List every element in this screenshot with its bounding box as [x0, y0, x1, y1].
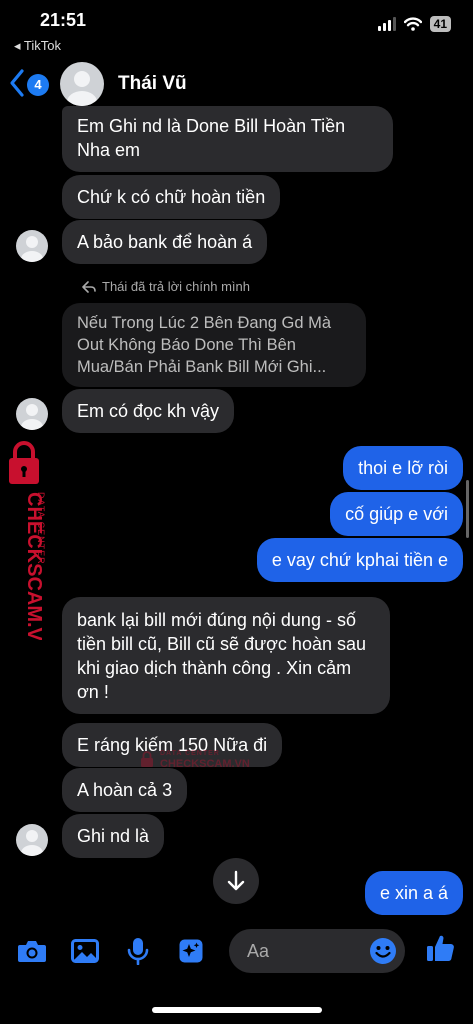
message-composer: [0, 925, 473, 977]
like-button[interactable]: [424, 934, 456, 962]
reply-note: Thái đã trả lời chính mình: [82, 279, 250, 294]
replied-message-preview[interactable]: Nếu Trong Lúc 2 Bên Đang Gd Mà Out Không…: [62, 303, 366, 387]
voice-button[interactable]: [122, 937, 154, 965]
message-incoming[interactable]: Ghi nd là: [62, 814, 165, 858]
watermark-vertical: CHECKSCAM.VN DATA CENTER: [4, 440, 48, 655]
message-outgoing[interactable]: cố giúp e với: [330, 492, 463, 536]
conversation-header: 4 Thái Vũ: [0, 60, 473, 108]
home-indicator: [152, 1007, 322, 1013]
emoji-icon[interactable]: [369, 937, 397, 965]
message-incoming[interactable]: bank lại bill mới đúng nội dung - số tiề…: [62, 597, 390, 714]
watermark-tagline: DATA CENTER: [36, 492, 46, 565]
chevron-left-icon[interactable]: [8, 68, 26, 98]
microphone-icon: [127, 938, 149, 965]
status-time: 21:51: [40, 10, 87, 30]
message-incoming[interactable]: A hoàn cả 3: [62, 768, 188, 812]
scroll-to-bottom-button[interactable]: [213, 858, 259, 904]
message-incoming[interactable]: Chứ k có chữ hoàn tiền: [62, 175, 281, 219]
sender-avatar[interactable]: [16, 398, 48, 430]
reply-icon: [82, 280, 96, 293]
message-incoming[interactable]: Em có đọc kh vậy: [62, 389, 235, 433]
sender-avatar[interactable]: [16, 824, 48, 856]
signal-icon: [377, 17, 396, 31]
message-incoming[interactable]: A bảo bank để hoàn á: [62, 220, 268, 264]
camera-icon: [18, 941, 46, 962]
gallery-button[interactable]: [69, 937, 101, 965]
reply-note-text: Thái đã trả lời chính mình: [102, 279, 250, 294]
arrow-down-icon: [227, 870, 245, 891]
contact-avatar[interactable]: [60, 62, 104, 106]
watermark-center: DATA CENTER CHECKSCAM.VN: [140, 748, 250, 770]
sender-avatar[interactable]: [16, 230, 48, 262]
sparkle-icon: [179, 939, 203, 963]
unread-count-badge[interactable]: 4: [27, 74, 49, 96]
thumbs-up-icon: [427, 935, 454, 961]
wifi-icon: [403, 17, 422, 31]
message-incoming[interactable]: Em Ghi nd là Done Bill Hoàn Tiền Nha em: [62, 106, 393, 172]
status-indicators: 41: [377, 16, 451, 32]
message-outgoing[interactable]: thoi e lỡ ròi: [343, 446, 463, 490]
effects-button[interactable]: [175, 937, 207, 965]
message-outgoing[interactable]: e xin a á: [364, 871, 463, 915]
contact-name[interactable]: Thái Vũ: [118, 73, 187, 95]
scrollbar[interactable]: [466, 480, 469, 538]
battery-level: 41: [429, 16, 451, 32]
lock-icon: [141, 751, 153, 767]
camera-button[interactable]: [16, 937, 48, 965]
photo-icon: [71, 939, 99, 963]
back-to-app-link[interactable]: ◂ TikTok: [14, 38, 61, 54]
message-outgoing[interactable]: e vay chứ kphai tiền e: [256, 538, 463, 582]
